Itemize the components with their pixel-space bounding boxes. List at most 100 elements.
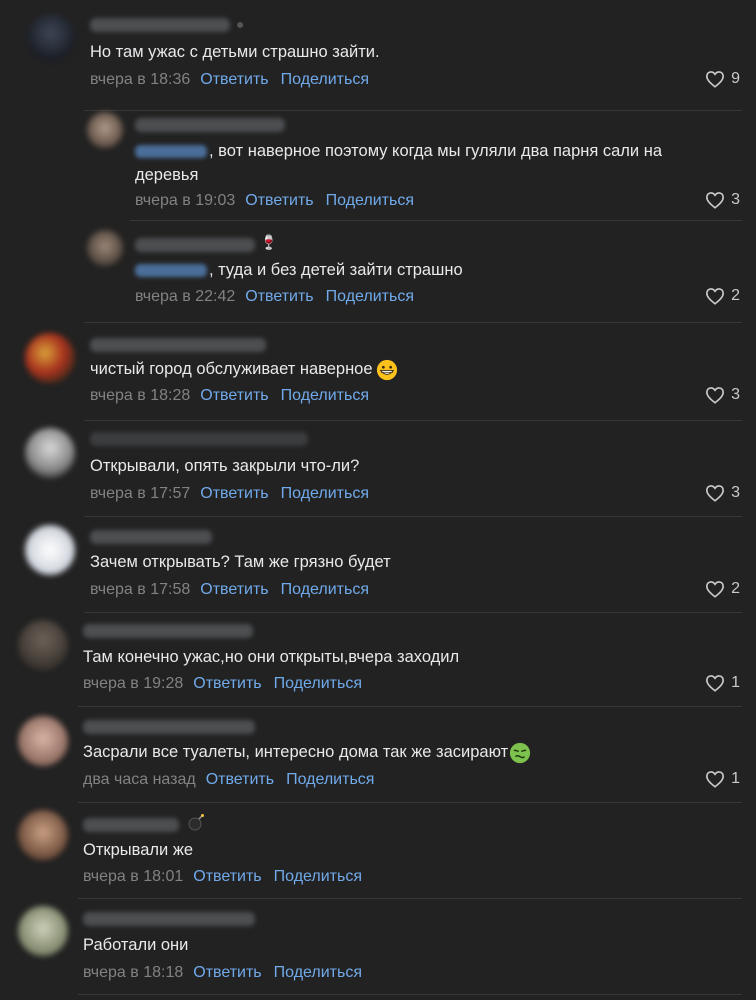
like-count: 1 xyxy=(731,770,740,787)
author-name[interactable] xyxy=(83,818,179,832)
comment-text: чистый город обслуживает наверное xyxy=(90,357,398,381)
share-link[interactable]: Поделиться xyxy=(326,192,414,209)
comment-time: вчера в 22:42 xyxy=(135,288,236,305)
like-count: 1 xyxy=(731,674,740,691)
mention-link[interactable] xyxy=(135,264,207,278)
like-button[interactable]: 3 xyxy=(705,386,740,404)
like-count: 9 xyxy=(731,70,740,87)
author-name[interactable] xyxy=(83,912,255,926)
share-link[interactable]: Поделиться xyxy=(326,288,414,305)
comment-time: вчера в 18:01 xyxy=(83,868,184,885)
avatar[interactable] xyxy=(87,112,123,148)
author-name[interactable] xyxy=(83,720,255,734)
reply-link[interactable]: Ответить xyxy=(200,71,268,88)
like-count: 2 xyxy=(731,580,740,597)
comment-meta: два часа назад Ответить Поделиться xyxy=(83,770,386,790)
share-link[interactable]: Поделиться xyxy=(281,581,369,598)
heart-icon xyxy=(706,675,725,692)
divider xyxy=(78,898,742,899)
comment-text: Открывали, опять закрыли что-ли? xyxy=(90,457,360,475)
like-count: 3 xyxy=(731,386,740,403)
divider xyxy=(84,516,742,517)
like-count: 3 xyxy=(731,191,740,208)
avatar[interactable] xyxy=(27,14,75,62)
avatar[interactable] xyxy=(18,620,68,670)
avatar[interactable] xyxy=(25,428,75,478)
comment-meta: вчера в 18:36 Ответить Поделиться xyxy=(90,70,381,90)
divider xyxy=(84,420,742,421)
comment-time: вчера в 19:28 xyxy=(83,675,184,692)
heart-icon xyxy=(706,387,725,404)
comment-meta: вчера в 17:57 Ответить Поделиться xyxy=(90,484,381,504)
like-button[interactable]: 3 xyxy=(705,191,740,209)
share-link[interactable]: Поделиться xyxy=(274,675,362,692)
like-button[interactable]: 2 xyxy=(705,287,740,305)
heart-icon xyxy=(706,485,725,502)
reply-link[interactable]: Ответить xyxy=(245,192,313,209)
comment-text-line2: деревья xyxy=(135,166,199,184)
author-name[interactable] xyxy=(135,238,255,252)
author-emoji: ● xyxy=(236,16,245,32)
heart-icon xyxy=(706,71,725,88)
heart-icon xyxy=(706,288,725,305)
reply-link[interactable]: Ответить xyxy=(200,387,268,404)
like-button[interactable]: 9 xyxy=(705,70,740,88)
wine-glass-icon: 🍷 xyxy=(260,234,278,250)
share-link[interactable]: Поделиться xyxy=(281,71,369,88)
like-button[interactable]: 1 xyxy=(705,674,740,692)
grinning-face-icon xyxy=(376,359,397,380)
share-link[interactable]: Поделиться xyxy=(274,964,362,981)
reply-link[interactable]: Ответить xyxy=(200,581,268,598)
heart-icon xyxy=(706,192,725,209)
like-count: 3 xyxy=(731,484,740,501)
divider xyxy=(84,110,742,111)
nauseated-face-icon xyxy=(510,742,531,763)
reply-link[interactable]: Ответить xyxy=(193,675,261,692)
comment-time: вчера в 17:57 xyxy=(90,485,191,502)
reply-link[interactable]: Ответить xyxy=(206,771,274,788)
comment-time: вчера в 17:58 xyxy=(90,581,191,598)
divider xyxy=(130,220,742,221)
like-button[interactable]: 1 xyxy=(705,770,740,788)
comment-meta: вчера в 19:28 Ответить Поделиться xyxy=(83,674,374,694)
author-name[interactable] xyxy=(90,338,266,352)
bomb-icon xyxy=(186,812,206,835)
reply-link[interactable]: Ответить xyxy=(200,485,268,502)
avatar[interactable] xyxy=(25,333,75,383)
share-link[interactable]: Поделиться xyxy=(281,485,369,502)
like-button[interactable]: 3 xyxy=(705,484,740,502)
author-name[interactable] xyxy=(90,530,212,544)
reply-link[interactable]: Ответить xyxy=(193,868,261,885)
avatar[interactable] xyxy=(18,906,68,956)
comment-text: Там конечно ужас,но они открыты,вчера за… xyxy=(83,648,460,666)
comment-meta: вчера в 18:01 Ответить Поделиться xyxy=(83,867,374,887)
author-name[interactable] xyxy=(83,624,253,638)
mention-link[interactable] xyxy=(135,145,207,159)
reply-link[interactable]: Ответить xyxy=(245,288,313,305)
author-name[interactable] xyxy=(135,118,285,132)
divider xyxy=(84,322,742,323)
comment-text: Работали они xyxy=(83,936,189,954)
author-name[interactable] xyxy=(90,432,308,446)
divider xyxy=(78,706,742,707)
avatar[interactable] xyxy=(87,230,123,266)
heart-icon xyxy=(706,771,725,788)
reply-link[interactable]: Ответить xyxy=(193,964,261,981)
avatar[interactable] xyxy=(18,810,68,860)
share-link[interactable]: Поделиться xyxy=(274,868,362,885)
divider xyxy=(84,612,742,613)
comment-text: Но там ужас с детьми страшно зайти. xyxy=(90,43,380,61)
heart-icon xyxy=(706,581,725,598)
like-button[interactable]: 2 xyxy=(705,580,740,598)
comment-text: , туда и без детей зайти страшно xyxy=(135,258,463,282)
divider xyxy=(78,994,742,995)
avatar[interactable] xyxy=(18,716,68,766)
author-name[interactable] xyxy=(90,18,230,32)
comment-text: , вот наверное поэтому когда мы гуляли д… xyxy=(135,139,662,163)
comment-text: Зачем открывать? Там же грязно будет xyxy=(90,553,391,571)
comment-meta: вчера в 18:18 Ответить Поделиться xyxy=(83,963,374,983)
share-link[interactable]: Поделиться xyxy=(281,387,369,404)
avatar[interactable] xyxy=(25,525,75,575)
share-link[interactable]: Поделиться xyxy=(286,771,374,788)
comment-time: вчера в 18:28 xyxy=(90,387,191,404)
